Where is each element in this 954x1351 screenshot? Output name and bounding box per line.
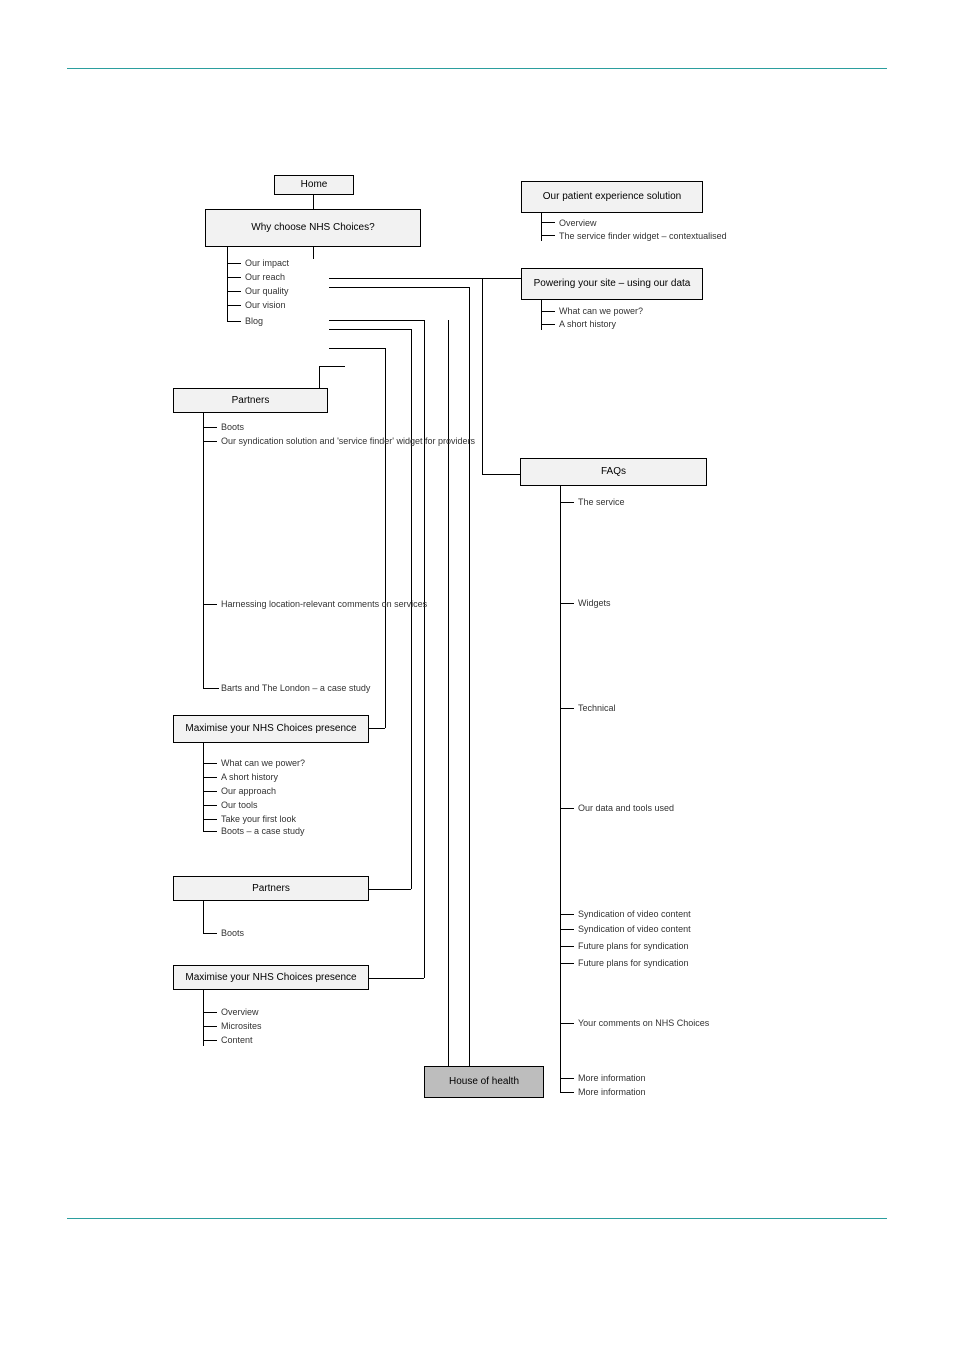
leaf-faq-4b: Syndication of video content — [578, 924, 691, 934]
leaf-max-3: Our tools — [221, 800, 258, 810]
node-patient: Our patient experience solution — [521, 181, 703, 213]
leaf-par2-0: Boots — [221, 928, 244, 938]
leaf-faq-5b: Future plans for syndication — [578, 958, 689, 968]
leaf-max-0: What can we power? — [221, 758, 305, 768]
leaf-why-0: Our impact — [245, 258, 289, 268]
node-maximise: Maximise your NHS Choices presence — [173, 715, 369, 743]
leaf-faq-4: Syndication of video content — [578, 909, 691, 919]
leaf-max-4: Take your first look — [221, 814, 296, 824]
leaf-par-long: Harnessing location-relevant comments on… — [221, 599, 427, 609]
node-home: Home — [274, 175, 354, 195]
leaf-max2-1: Microsites — [221, 1021, 262, 1031]
node-why: Why choose NHS Choices? — [205, 209, 421, 247]
leaf-pow-0: What can we power? — [559, 306, 643, 316]
leaf-max-5: Boots – a case study — [221, 826, 305, 836]
leaf-max2-2: Content — [221, 1035, 253, 1045]
leaf-max2-0: Overview — [221, 1007, 259, 1017]
leaf-faq-1: Widgets — [578, 598, 611, 608]
leaf-pat-1: The service finder widget – contextualis… — [559, 231, 727, 241]
node-maximise2: Maximise your NHS Choices presence — [173, 965, 369, 990]
leaf-faq-7b: More information — [578, 1087, 646, 1097]
leaf-faq-3: Our data and tools used — [578, 803, 674, 813]
leaf-faq-6: Your comments on NHS Choices — [578, 1018, 709, 1028]
leaf-par-0: Boots — [221, 422, 244, 432]
node-hoh: House of health — [424, 1066, 544, 1098]
node-partners2: Partners — [173, 876, 369, 901]
leaf-why-4: Blog — [245, 316, 263, 326]
node-faqs: FAQs — [520, 458, 707, 486]
leaf-faq-0: The service — [578, 497, 625, 507]
leaf-max-1: A short history — [221, 772, 278, 782]
leaf-par-0b: Our syndication solution and 'service fi… — [221, 436, 475, 446]
leaf-why-2: Our quality — [245, 286, 289, 296]
leaf-par-long2: Barts and The London – a case study — [221, 683, 370, 693]
leaf-faq-5: Future plans for syndication — [578, 941, 689, 951]
node-powering: Powering your site – using our data — [521, 268, 703, 300]
leaf-why-1: Our reach — [245, 272, 285, 282]
node-partners: Partners — [173, 388, 328, 413]
leaf-why-3: Our vision — [245, 300, 286, 310]
leaf-faq-7: More information — [578, 1073, 646, 1083]
leaf-pow-1: A short history — [559, 319, 616, 329]
leaf-pat-0: Overview — [559, 218, 597, 228]
leaf-max-2: Our approach — [221, 786, 276, 796]
leaf-faq-2: Technical — [578, 703, 616, 713]
